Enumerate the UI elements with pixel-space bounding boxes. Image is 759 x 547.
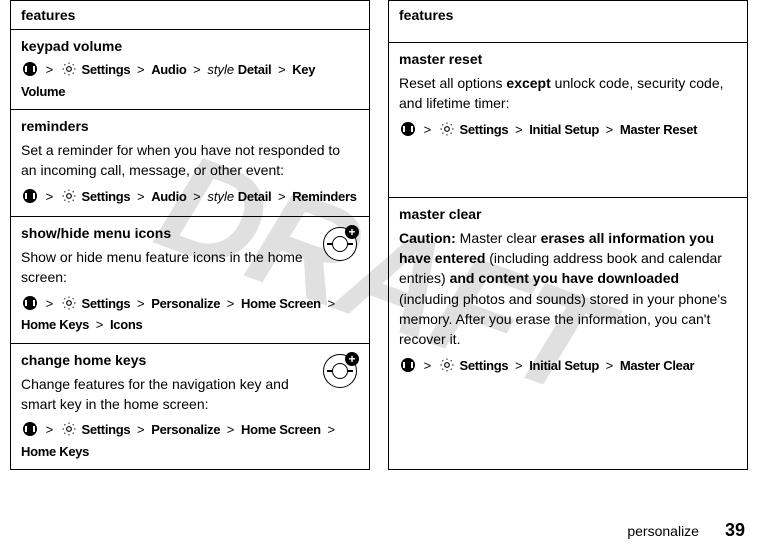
center-key-icon [23, 189, 37, 203]
page-footer: personalize 39 [627, 520, 745, 541]
settings-icon [62, 296, 76, 316]
row-show-hide-menu-icons: show/hide menu icons Show or hide menu f… [11, 217, 370, 344]
settings-icon [62, 189, 76, 209]
nav-path: > Settings > Audio > style Detail > Remi… [21, 187, 359, 209]
row-body: Show or hide menu feature icons in the h… [21, 247, 359, 288]
nav-path: > Settings > Audio > style Detail > Key … [21, 60, 359, 101]
nav-path: > Settings > Personalize > Home Screen >… [21, 294, 359, 335]
row-title: master clear [399, 206, 737, 222]
center-key-icon [23, 422, 37, 436]
row-body: Caution: Master clear erases all informa… [399, 228, 737, 350]
row-keypad-volume: keypad volume > Settings > Audio > style… [11, 30, 370, 110]
center-key-icon [23, 296, 37, 310]
feature-badge-icon [323, 354, 357, 388]
row-body: Change features for the navigation key a… [21, 374, 359, 415]
row-reminders: reminders Set a reminder for when you ha… [11, 110, 370, 217]
nav-path: > Settings > Initial Setup > Master Clea… [399, 356, 737, 378]
center-key-icon [23, 62, 37, 76]
row-title: change home keys [21, 352, 359, 368]
page-number: 39 [725, 520, 745, 540]
feature-badge-icon [323, 227, 357, 261]
nav-path: > Settings > Personalize > Home Screen >… [21, 420, 359, 461]
row-title: reminders [21, 118, 359, 134]
row-title: show/hide menu icons [21, 225, 359, 241]
row-body: Reset all options except unlock code, se… [399, 73, 737, 114]
settings-icon [62, 62, 76, 82]
nav-path: > Settings > Initial Setup > Master Rese… [399, 120, 737, 142]
settings-icon [440, 358, 454, 378]
row-body: Set a reminder for when you have not res… [21, 140, 359, 181]
row-master-clear: master clear Caution: Master clear erase… [389, 197, 748, 469]
table-header: features [389, 1, 748, 43]
row-title: keypad volume [21, 38, 359, 54]
center-key-icon [401, 122, 415, 136]
features-table-right: features master reset Reset all options … [388, 0, 748, 470]
center-key-icon [401, 358, 415, 372]
features-table-left: features keypad volume > Settings > Audi… [10, 0, 370, 470]
row-change-home-keys: change home keys Change features for the… [11, 343, 370, 470]
settings-icon [440, 122, 454, 142]
section-label: personalize [627, 523, 699, 539]
row-title: master reset [399, 51, 737, 67]
row-master-reset: master reset Reset all options except un… [389, 42, 748, 197]
table-header: features [11, 1, 370, 30]
settings-icon [62, 422, 76, 442]
